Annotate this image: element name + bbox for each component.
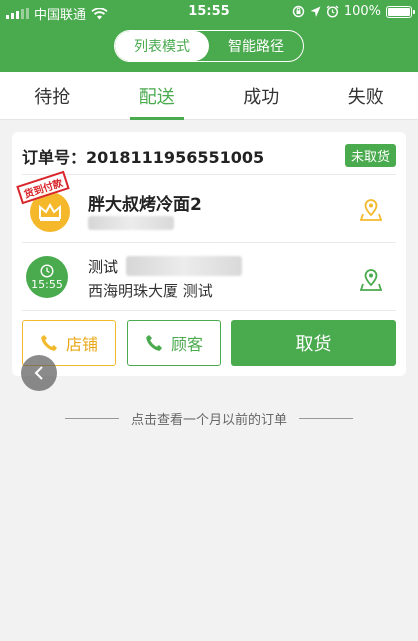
status-right: 100% (292, 4, 415, 19)
chevron-left-icon (34, 366, 43, 380)
blurred-shop-address (88, 216, 174, 230)
order-actions: 店铺 顾客 取货 (22, 320, 396, 366)
tab-success[interactable]: 成功 (209, 72, 314, 119)
clock-icon (40, 263, 54, 278)
tab-failed[interactable]: 失败 (314, 72, 418, 119)
order-tabs: 待抢 配送 成功 失败 (0, 72, 418, 120)
customer-address: 西海明珠大厦 测试 (88, 282, 213, 300)
battery-icon (386, 5, 415, 18)
customer-time: 15:55 (31, 277, 63, 291)
customer-avatar: 15:55 (26, 256, 68, 298)
customer-row[interactable]: 15:55 测试 西海明珠大厦 测试 (22, 244, 396, 308)
call-customer-button[interactable]: 顾客 (127, 320, 221, 366)
list-mode-button[interactable]: 列表模式 (115, 31, 209, 61)
divider (22, 310, 396, 311)
divider-line (64, 417, 119, 419)
map-pin-icon[interactable] (360, 268, 382, 292)
alarm-icon (326, 5, 339, 18)
divider (22, 242, 396, 243)
mode-toggle: 列表模式 智能路径 (114, 30, 304, 62)
order-number: 订单号：2018111956551005 (22, 148, 265, 167)
crown-icon (39, 202, 61, 221)
divider (22, 174, 396, 175)
phone-icon (146, 335, 162, 351)
map-pin-icon[interactable] (360, 198, 382, 222)
blurred-customer-phone (126, 256, 242, 276)
battery-level (388, 7, 410, 16)
call-store-label: 店铺 (65, 335, 98, 354)
order-header: 订单号：2018111956551005 未取货 (22, 144, 396, 167)
customer-name: 测试 (88, 258, 119, 276)
status-badge: 未取货 (344, 144, 396, 167)
app-header: 中国联通 15:55 100% 列表模式 智能路径 (0, 0, 418, 72)
order-card[interactable]: 订单号：2018111956551005 未取货 货到付款 胖大叔烤冷面2 15… (12, 132, 406, 376)
history-link-label: 点击查看一个月以前的订单 (130, 412, 287, 428)
shop-name: 胖大叔烤冷面2 (88, 195, 202, 215)
divider-line (299, 417, 353, 419)
tab-waiting[interactable]: 待抢 (0, 72, 105, 119)
location-arrow-icon (310, 6, 321, 17)
phone-icon (41, 335, 57, 351)
tab-delivering[interactable]: 配送 (105, 72, 210, 120)
history-link[interactable]: 点击查看一个月以前的订单 (0, 408, 418, 428)
smart-route-button[interactable]: 智能路径 (209, 31, 303, 61)
back-button[interactable] (21, 355, 57, 391)
shop-row[interactable]: 货到付款 胖大叔烤冷面2 (16, 170, 396, 242)
battery-percent: 100% (343, 4, 381, 19)
status-bar: 中国联通 15:55 100% (0, 0, 418, 23)
call-customer-label: 顾客 (170, 335, 203, 354)
orientation-lock-icon (292, 5, 305, 18)
pickup-button[interactable]: 取货 (231, 320, 396, 366)
